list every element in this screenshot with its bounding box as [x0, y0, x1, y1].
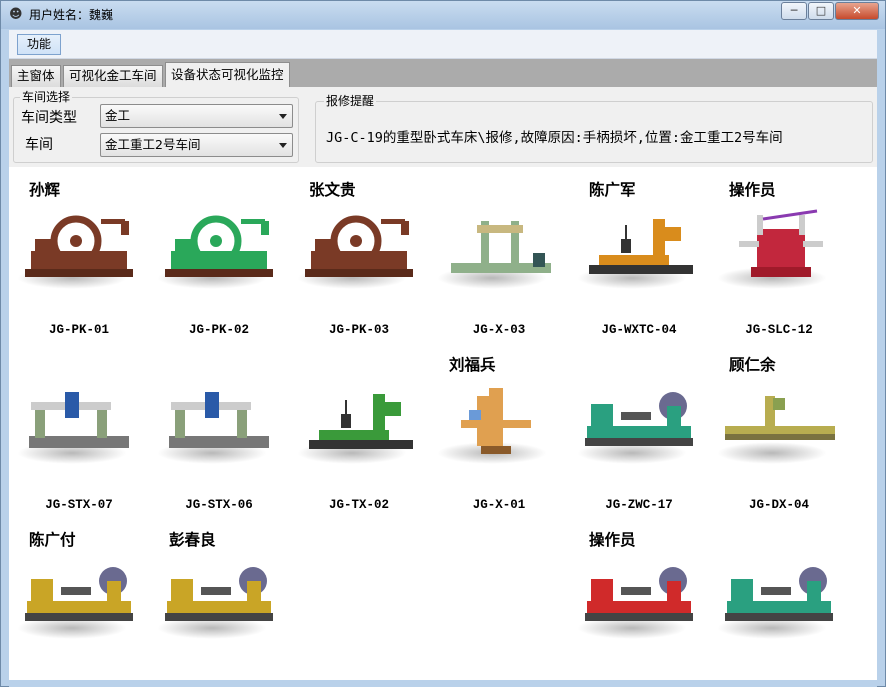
- machine-image[interactable]: [161, 555, 279, 637]
- machine-code: JG-X-01: [472, 498, 526, 512]
- machine-card[interactable]: JG-X-03: [429, 167, 569, 342]
- machine-image[interactable]: [21, 380, 139, 462]
- machine-image[interactable]: [21, 205, 139, 287]
- workshop-type-select[interactable]: 金工: [100, 104, 293, 128]
- machine-image[interactable]: [721, 380, 839, 462]
- maximize-button[interactable]: □: [808, 2, 834, 20]
- machine-card[interactable]: JG-PK-02: [149, 167, 289, 342]
- workshop-label: 车间: [25, 137, 53, 153]
- machine-card[interactable]: 张文贵 JG-PK-03: [289, 167, 429, 342]
- operator-name: 张文贵: [309, 181, 356, 199]
- machine-image[interactable]: [161, 380, 279, 462]
- machine-card[interactable]: 孙辉 JG-PK-01: [9, 167, 149, 342]
- machine-code: JG-X-03: [472, 323, 526, 337]
- window-title: 用户姓名：魏巍: [29, 8, 114, 22]
- operator-name: 操作员: [589, 531, 636, 549]
- machine-image[interactable]: [581, 380, 699, 462]
- workshop-type-value: 金工: [105, 108, 131, 123]
- machine-code: JG-PK-01: [48, 323, 109, 337]
- machine-card[interactable]: JG-STX-07: [9, 342, 149, 517]
- machine-code: JG-PK-02: [188, 323, 249, 337]
- window-bottom-border: [9, 680, 877, 687]
- operator-name: 陈广军: [589, 181, 636, 199]
- machine-card[interactable]: 刘福兵 JG-X-01: [429, 342, 569, 517]
- machine-image[interactable]: [721, 205, 839, 287]
- operator-name: 操作员: [729, 181, 776, 199]
- equipment-grid: 孙辉 JG-PK-01 JG-PK-02 张文贵 JG-PK-03 JG-X-03 陈广军 J…: [9, 167, 877, 680]
- machine-code: JG-PK-03: [328, 323, 389, 337]
- workshop-value: 金工重工2号车间: [105, 137, 201, 152]
- chevron-down-icon: [279, 143, 287, 148]
- close-button[interactable]: ✕: [835, 2, 879, 20]
- machine-code: JG-DX-04: [748, 498, 809, 512]
- chevron-down-icon: [279, 114, 287, 119]
- repair-notice-label: 报修提醒: [324, 94, 377, 108]
- user-icon: ☻: [9, 7, 23, 22]
- machine-card[interactable]: JG-STX-06: [149, 342, 289, 517]
- menu-function[interactable]: 功能: [17, 34, 62, 55]
- machine-card[interactable]: 陈广军 JG-WXTC-04: [569, 167, 709, 342]
- machine-image[interactable]: [441, 205, 559, 287]
- operator-name: 彭春良: [169, 531, 216, 549]
- machine-image[interactable]: [301, 380, 419, 462]
- machine-code: JG-ZWC-17: [605, 498, 673, 512]
- workshop-select[interactable]: 金工重工2号车间: [100, 133, 293, 157]
- machine-card[interactable]: [709, 517, 849, 680]
- machine-image[interactable]: [581, 205, 699, 287]
- filter-panel: 车间选择 车间类型 金工 车间 金工重工2号车间 报修提醒: [9, 87, 877, 167]
- operator-name: 孙辉: [29, 181, 61, 199]
- main-window: ☻ 用户姓名：魏巍 ─ □ ✕ 功能 主窗体 可视化金工车间 设备状态可视化监控…: [0, 0, 886, 687]
- machine-card[interactable]: 彭春良: [149, 517, 289, 680]
- title-bar: ☻ 用户姓名：魏巍 ─ □ ✕: [1, 1, 885, 29]
- machine-card[interactable]: 陈广付: [9, 517, 149, 680]
- tab-main-window[interactable]: 主窗体: [11, 65, 61, 87]
- workshop-type-label: 车间类型: [21, 110, 77, 126]
- machine-card[interactable]: JG-TX-02: [289, 342, 429, 517]
- repair-notice-text: JG-C-19的重型卧式车床\报修,故障原因:手柄损坏,位置:金工重工2号车间: [326, 130, 783, 146]
- machine-card[interactable]: 操作员: [569, 517, 709, 680]
- minimize-button[interactable]: ─: [781, 2, 807, 20]
- machine-image[interactable]: [21, 555, 139, 637]
- machine-card[interactable]: 操作员 JG-SLC-12: [709, 167, 849, 342]
- tab-equipment-monitor[interactable]: 设备状态可视化监控: [165, 62, 290, 87]
- machine-image[interactable]: [441, 380, 559, 462]
- machine-image[interactable]: [721, 555, 839, 637]
- machine-code: JG-STX-06: [185, 498, 253, 512]
- menu-bar: 功能: [9, 30, 877, 59]
- machine-card[interactable]: JG-ZWC-17: [569, 342, 709, 517]
- machine-card[interactable]: 顾仁余 JG-DX-04: [709, 342, 849, 517]
- machine-image[interactable]: [301, 205, 419, 287]
- tab-visual-workshop[interactable]: 可视化金工车间: [63, 65, 163, 87]
- machine-code: JG-WXTC-04: [601, 323, 677, 337]
- workshop-select-label: 车间选择: [20, 90, 73, 104]
- machine-code: JG-SLC-12: [745, 323, 813, 337]
- operator-name: 陈广付: [29, 531, 76, 549]
- operator-name: 顾仁余: [729, 356, 776, 374]
- machine-code: JG-TX-02: [328, 498, 389, 512]
- machine-image[interactable]: [161, 205, 279, 287]
- operator-name: 刘福兵: [449, 356, 496, 374]
- machine-image[interactable]: [581, 555, 699, 637]
- tab-strip: 主窗体 可视化金工车间 设备状态可视化监控: [9, 59, 877, 87]
- machine-code: JG-STX-07: [45, 498, 113, 512]
